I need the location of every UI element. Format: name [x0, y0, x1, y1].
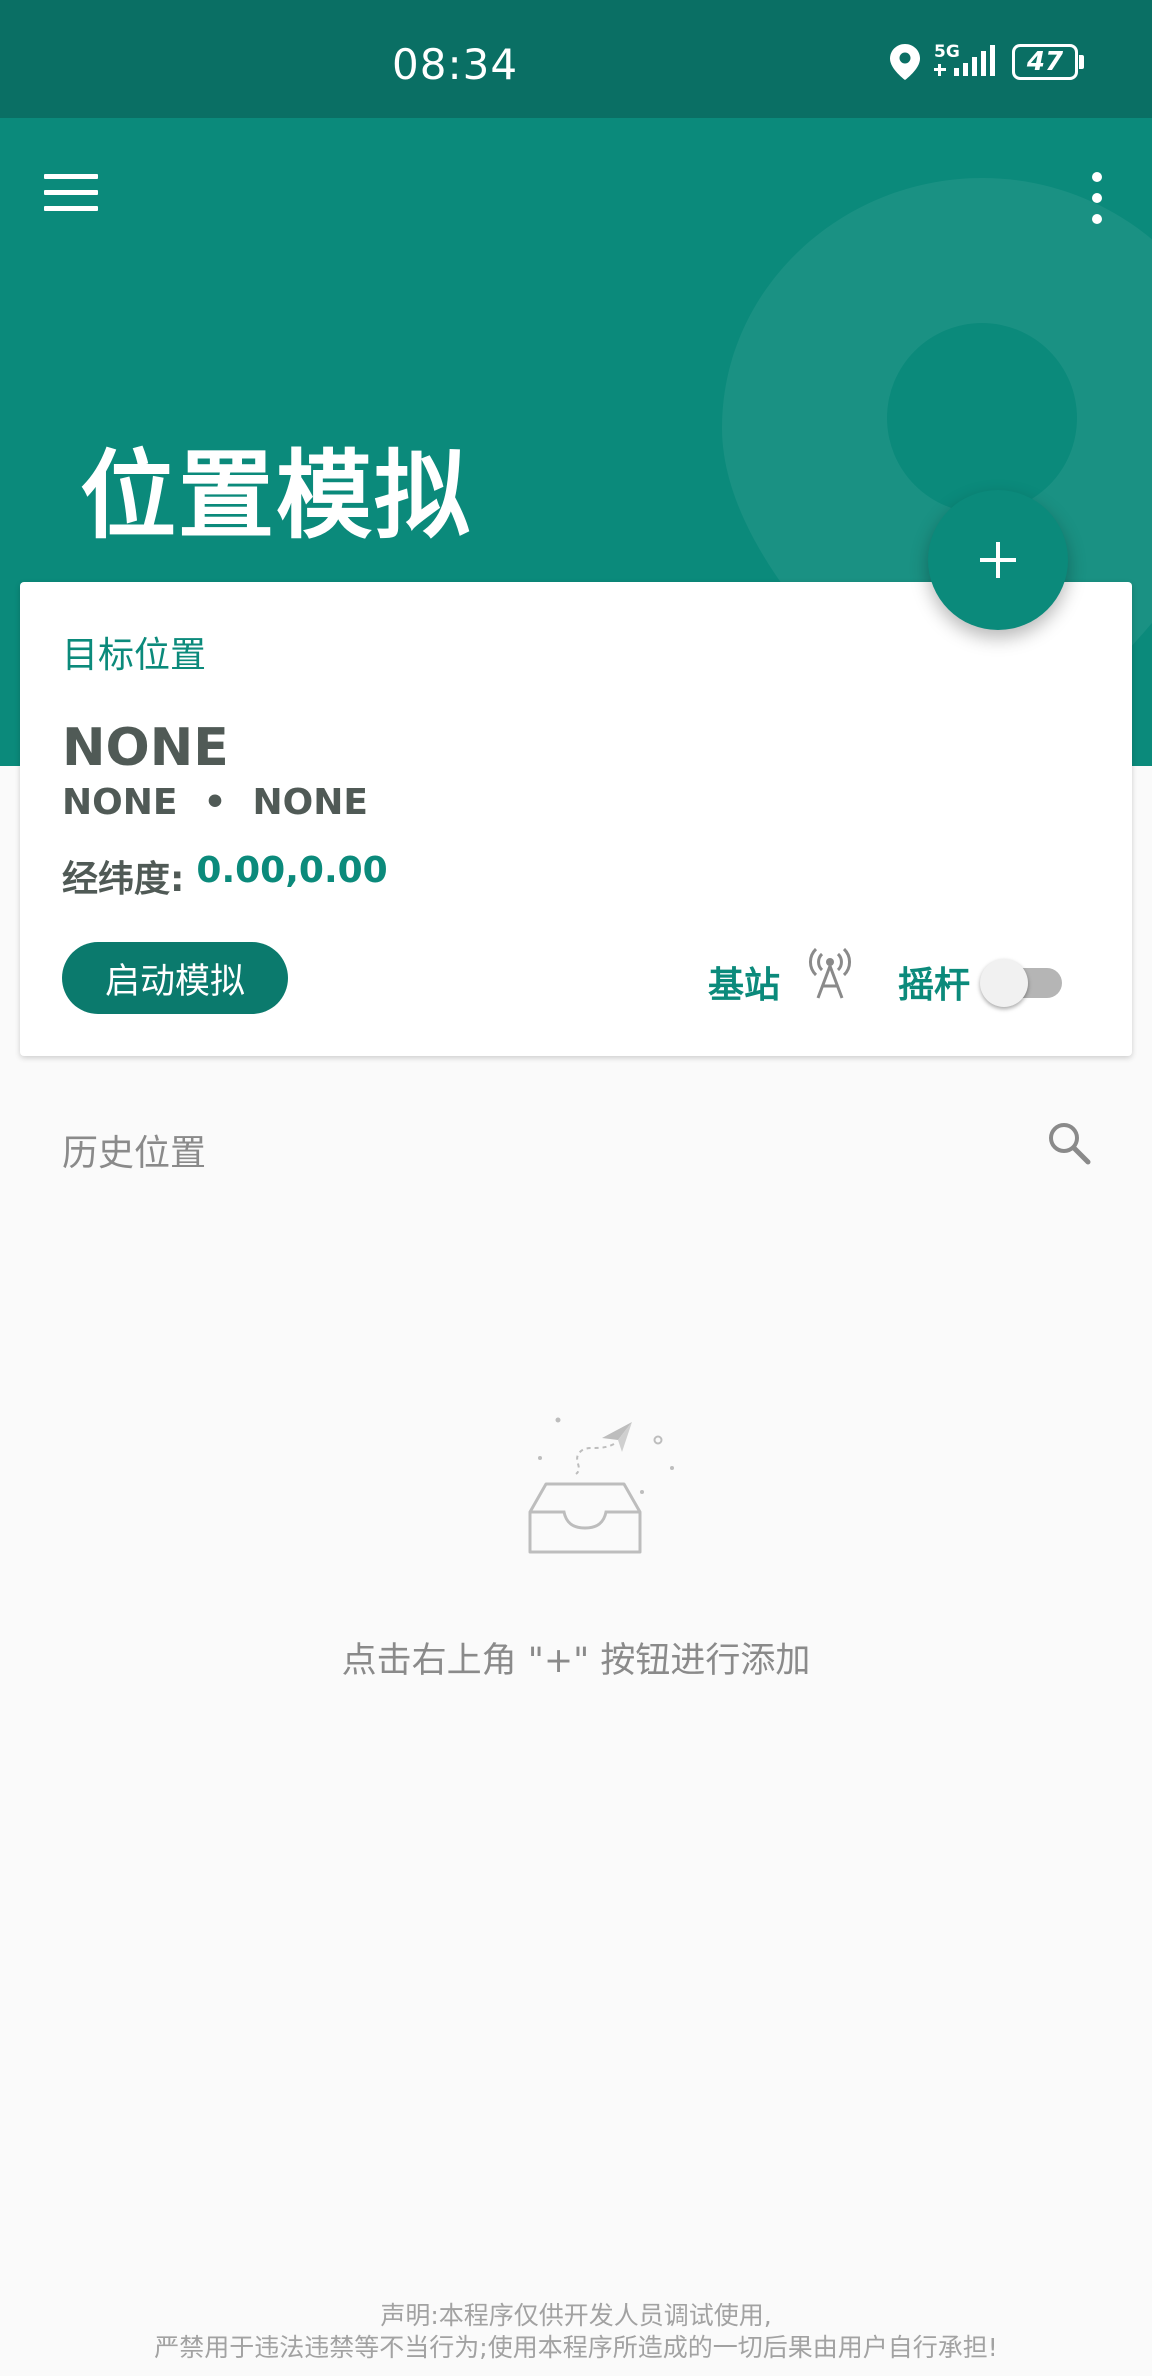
- page-title: 位置模拟: [80, 440, 472, 552]
- status-bar: 08:34 5G 47: [0, 0, 1152, 118]
- plus-icon: [980, 542, 1016, 578]
- menu-icon[interactable]: [44, 174, 98, 224]
- disclaimer: 声明:本程序仅供开发人员调试使用, 严禁用于违法违禁等不当行为;使用本程序所造成…: [0, 2300, 1152, 2364]
- location-icon: [890, 44, 920, 80]
- joystick-label: 摇杆: [898, 965, 971, 1006]
- disclaimer-line-2: 严禁用于违法违禁等不当行为;使用本程序所造成的一切后果由用户自行承担!: [154, 2333, 998, 2362]
- joystick-toggle[interactable]: [980, 954, 1064, 1007]
- base-station-label[interactable]: 基站: [708, 956, 780, 1008]
- empty-inbox-paper-plane-icon: [528, 1417, 674, 1554]
- add-location-button[interactable]: [928, 490, 1068, 630]
- signal-icon: 5G: [934, 42, 998, 80]
- target-region: NONE: [62, 782, 178, 823]
- target-location-subtitle: NONE • NONE: [62, 782, 368, 823]
- target-city: NONE: [252, 782, 368, 823]
- cell-tower-icon[interactable]: [808, 948, 852, 1000]
- target-location-card: 目标位置 NONE NONE • NONE 经纬度: 0.00,0.00 启动模…: [20, 582, 1132, 1056]
- empty-state-text: 点击右上角 "+" 按钮进行添加: [341, 1641, 811, 1681]
- coordinates-label: 经纬度:: [62, 859, 185, 900]
- start-simulation-button[interactable]: 启动模拟: [62, 942, 288, 1014]
- battery-icon: 47: [1012, 44, 1086, 80]
- search-icon[interactable]: [1046, 1120, 1092, 1166]
- disclaimer-line-1: 声明:本程序仅供开发人员调试使用,: [380, 2301, 772, 2330]
- status-icons: 5G 47: [890, 42, 1086, 80]
- more-vert-icon[interactable]: [1082, 168, 1112, 228]
- history-label: 历史位置: [62, 1133, 207, 1174]
- status-time: 08:34: [392, 40, 519, 89]
- separator-dot: •: [203, 782, 227, 823]
- target-location-name: NONE: [62, 718, 229, 778]
- coordinates-value: 0.00,0.00: [196, 850, 388, 891]
- target-location-label: 目标位置: [62, 635, 207, 676]
- coordinates: 经纬度: 0.00,0.00: [62, 850, 388, 902]
- battery-level: 47: [1026, 47, 1064, 77]
